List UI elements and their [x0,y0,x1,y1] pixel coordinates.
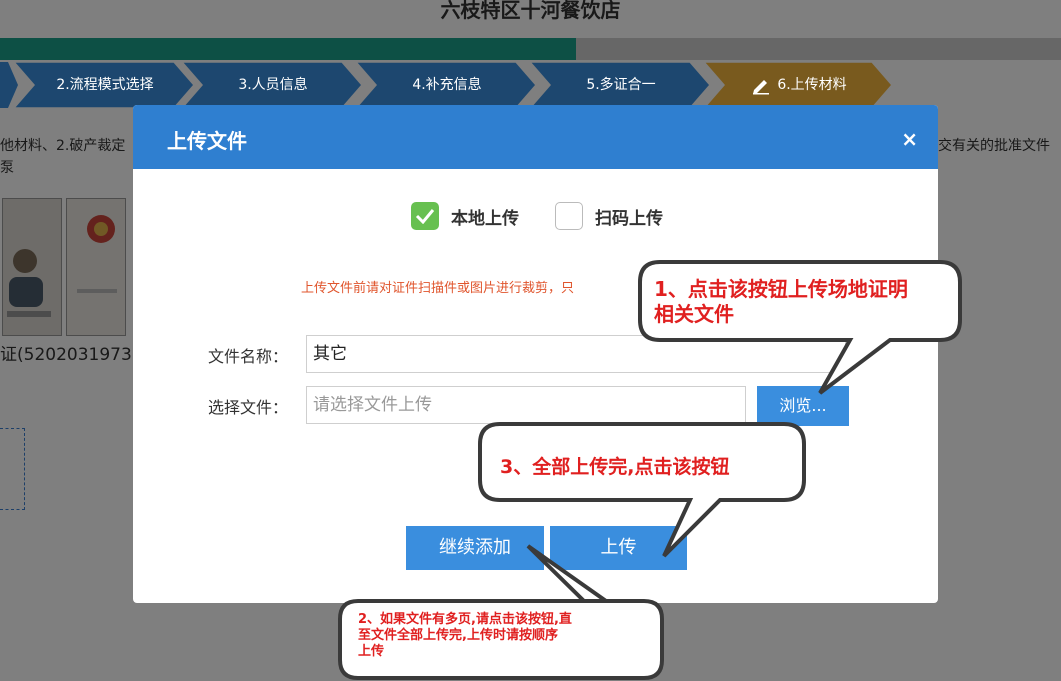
option-scan-upload[interactable]: 扫码上传 [555,201,663,231]
callout-1-text: 1、点击该按钮上传场地证明 相关文件 [654,277,908,327]
callout-1-line2: 相关文件 [654,302,734,326]
file-name-label: 文件名称： [208,347,289,366]
check-icon [415,209,435,224]
modal-header: 上传文件 × [133,105,938,169]
browse-button[interactable]: 浏览... [757,386,849,426]
option-local-upload[interactable]: 本地上传 [411,201,519,231]
checkbox-unchecked[interactable] [555,202,583,230]
callout-2-line2: 至文件全部上传完,上传时请按顺序 [358,628,558,643]
callout-3-text: 3、全部上传完,点击该按钮 [500,456,730,478]
select-file-label: 选择文件： [208,398,289,417]
callout-1-line1: 1、点击该按钮上传场地证明 [654,277,908,301]
callout-2-line1: 2、如果文件有多页,请点击该按钮,直 [358,612,572,627]
modal-title: 上传文件 [167,129,247,153]
step-4-label: 4.补充信息 [412,77,482,93]
step-5-label: 5.多证合一 [586,77,656,93]
pencil-icon [753,80,770,95]
option-scan-label: 扫码上传 [595,208,663,229]
checkbox-checked[interactable] [411,202,439,230]
select-file-input[interactable]: 请选择文件上传 [306,386,746,424]
step-3-label: 3.人员信息 [238,77,308,93]
file-name-input[interactable]: 其它 [306,335,846,373]
upload-button[interactable]: 上传 [550,526,687,570]
continue-add-button[interactable]: 继续添加 [406,526,544,570]
callout-2-text: 2、如果文件有多页,请点击该按钮,直 至文件全部上传完,上传时请按顺序 上传 [358,612,572,660]
callout-2-line3: 上传 [358,644,385,659]
upload-modal: 上传文件 × 本地上传 扫码上传 上传文件前请对证件扫描件或图片进行裁剪，只 文… [133,105,938,603]
upload-hint: 上传文件前请对证件扫描件或图片进行裁剪，只 [301,281,575,296]
close-button[interactable]: × [901,127,918,151]
step-6-label: 6.上传材料 [777,77,847,93]
step-2-label: 2.流程模式选择 [56,77,154,93]
option-local-label: 本地上传 [451,208,519,229]
